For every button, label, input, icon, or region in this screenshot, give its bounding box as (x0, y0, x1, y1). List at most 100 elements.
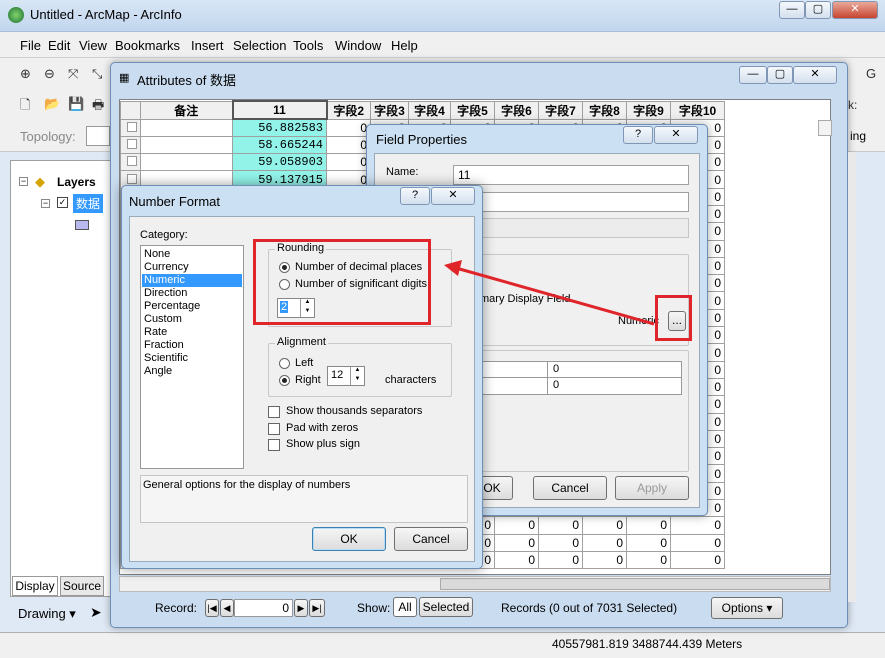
category-item[interactable]: Currency (142, 261, 242, 274)
options-button[interactable]: Options ▾ (711, 597, 783, 619)
record-input[interactable]: 0 (234, 599, 293, 617)
scroll-thumb[interactable] (440, 578, 830, 590)
cell-value[interactable]: 0 (582, 550, 627, 570)
cell-value[interactable]: 0 (670, 550, 725, 570)
previous-record-button[interactable]: ◀ (220, 599, 234, 617)
nf-help-button[interactable]: ? (400, 187, 430, 205)
alias-field[interactable] (453, 192, 689, 212)
alignment-width-stepper[interactable]: 12 ▲ ▼ (327, 366, 365, 386)
cell-value[interactable]: 0 (326, 118, 371, 137)
cell-11[interactable]: 58.665244 (232, 135, 327, 155)
cell-value[interactable]: 0 (626, 516, 671, 535)
show-all-button[interactable]: All (393, 597, 417, 617)
menu-insert[interactable]: Insert (191, 38, 224, 53)
plus-sign-checkbox[interactable] (268, 439, 280, 451)
map-vertical-scrollbar[interactable] (848, 152, 856, 602)
row-selector[interactable] (120, 153, 141, 172)
maximize-button[interactable]: ▢ (805, 1, 831, 19)
category-item[interactable]: Direction (142, 287, 242, 300)
fp-close-button[interactable]: ✕ (654, 126, 698, 144)
name-field[interactable]: 11 (453, 165, 689, 185)
attr-minimize-button[interactable]: — (739, 66, 767, 84)
category-item[interactable]: Rate (142, 326, 242, 339)
select-pointer-icon[interactable]: ➤ (90, 604, 102, 621)
layer-name[interactable]: 数据 (73, 194, 104, 213)
nf-ok-button[interactable]: OK (312, 527, 386, 551)
cell-value[interactable]: 0 (538, 516, 583, 535)
category-item[interactable]: Percentage (142, 300, 242, 313)
cell-value[interactable]: 0 (670, 516, 725, 535)
save-icon[interactable]: 💾 (68, 96, 84, 112)
menu-window[interactable]: Window (335, 38, 381, 53)
column-header[interactable]: 字段5 (450, 100, 495, 120)
cell-value[interactable]: 0 (670, 533, 725, 552)
topology-dropdown[interactable] (86, 126, 110, 146)
fixed-zoom-in-icon[interactable]: ⤧ (68, 66, 78, 82)
attr-close-button[interactable]: ✕ (793, 66, 837, 84)
new-document-icon[interactable]: 🗋 (20, 96, 30, 118)
collapse-layers-icon[interactable]: − (19, 177, 28, 186)
column-header[interactable]: 字段4 (408, 100, 451, 120)
menu-edit[interactable]: Edit (48, 38, 70, 53)
collapse-layer-icon[interactable]: − (41, 199, 50, 208)
cell-note[interactable] (140, 118, 233, 137)
cell-11[interactable]: 56.882583 (232, 118, 327, 137)
column-header[interactable]: 字段6 (494, 100, 539, 120)
menu-selection[interactable]: Selection (233, 38, 286, 53)
row-selector[interactable] (120, 118, 141, 137)
open-folder-icon[interactable]: 📂 (44, 96, 60, 112)
column-header[interactable]: 字段10 (670, 100, 725, 120)
cell-value[interactable]: 0 (626, 550, 671, 570)
column-header[interactable]: 字段9 (626, 100, 671, 120)
column-header[interactable]: 11 (231, 100, 328, 120)
fp-apply-button[interactable]: Apply (615, 476, 689, 500)
tab-source[interactable]: Source (60, 576, 104, 596)
toolbar-scroll-handle[interactable] (818, 120, 832, 136)
column-header[interactable]: 字段7 (538, 100, 583, 120)
minimize-button[interactable]: — (779, 1, 805, 19)
menu-bookmarks[interactable]: Bookmarks (115, 38, 180, 53)
cell-value[interactable]: 0 (582, 533, 627, 552)
zoom-out-icon[interactable]: ⊖ (44, 66, 55, 82)
cell-value[interactable]: 0 (582, 516, 627, 535)
menu-help[interactable]: Help (391, 38, 418, 53)
nf-close-button[interactable]: ✕ (431, 187, 475, 205)
menu-view[interactable]: View (79, 38, 107, 53)
fp-cancel-button[interactable]: Cancel (533, 476, 607, 500)
zoom-in-icon[interactable]: ⊕ (20, 66, 31, 82)
print-icon[interactable]: 🖶 (92, 96, 104, 118)
fp-help-button[interactable]: ? (623, 126, 653, 144)
cell-value[interactable]: 0 (494, 516, 539, 535)
cell-value[interactable]: 0 (494, 533, 539, 552)
width-down-icon[interactable]: ▼ (350, 376, 364, 385)
column-header[interactable]: 字段8 (582, 100, 627, 120)
column-header[interactable]: 备注 (140, 100, 233, 120)
cell-value[interactable]: 0 (326, 135, 371, 155)
cell-value[interactable]: 0 (494, 550, 539, 570)
layer-visibility-checkbox[interactable]: ✓ (57, 197, 68, 208)
fixed-zoom-out-icon[interactable]: ⤡ (92, 66, 102, 82)
align-left-radio[interactable] (279, 358, 290, 369)
pad-zeros-checkbox[interactable] (268, 423, 280, 435)
cell-value[interactable]: 0 (538, 533, 583, 552)
row-selector[interactable] (120, 135, 141, 155)
align-right-radio[interactable] (279, 375, 290, 386)
first-record-button[interactable]: |◀ (205, 599, 219, 617)
attr-maximize-button[interactable]: ▢ (767, 66, 793, 84)
cell-value[interactable]: 0 (538, 550, 583, 570)
width-up-icon[interactable]: ▲ (350, 367, 364, 376)
column-header[interactable]: 字段2 (326, 100, 371, 120)
category-item[interactable]: Angle (142, 365, 242, 378)
close-button[interactable]: ✕ (832, 1, 878, 19)
category-item[interactable]: None (142, 248, 242, 261)
cell-note[interactable] (140, 135, 233, 155)
category-item[interactable]: Numeric (142, 274, 242, 287)
category-item[interactable]: Custom (142, 313, 242, 326)
tab-display[interactable]: Display (12, 576, 58, 596)
category-item[interactable]: Fraction (142, 339, 242, 352)
cell-value[interactable]: 0 (326, 153, 371, 172)
show-selected-button[interactable]: Selected (419, 597, 473, 617)
last-record-button[interactable]: ▶| (309, 599, 325, 617)
nf-cancel-button[interactable]: Cancel (394, 527, 468, 551)
category-list[interactable]: None Currency Numeric Direction Percentage Cu… (140, 245, 244, 469)
